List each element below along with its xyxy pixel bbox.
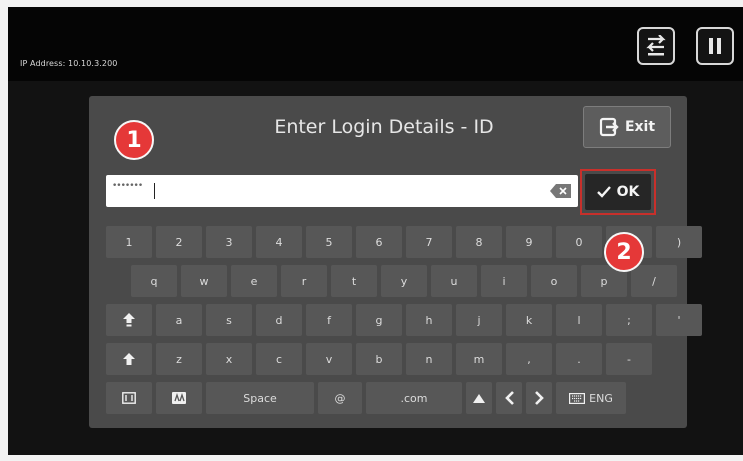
key-comma[interactable]: , [506,343,552,375]
caps-lock-key[interactable] [106,304,152,336]
key-e[interactable]: e [231,265,277,297]
text-caret [154,183,155,199]
key-dot-com[interactable]: .com [366,382,462,414]
key-o[interactable]: o [531,265,577,297]
key-s[interactable]: s [206,304,252,336]
key-0[interactable]: 0 [556,226,602,258]
key-m[interactable]: m [456,343,502,375]
key-n[interactable]: n [406,343,452,375]
symbols-icon [122,392,136,404]
exit-label: Exit [624,119,656,135]
key-close-paren[interactable]: ) [656,226,702,258]
language-label: ENG [589,391,613,405]
key-w[interactable]: w [181,265,227,297]
caret-up-key[interactable] [466,382,492,414]
key-1[interactable]: 1 [106,226,152,258]
ok-button-highlight: OK [580,169,656,215]
dialog-title: Enter Login Details - ID [274,116,494,138]
exit-button[interactable]: Exit [583,106,671,148]
key-5[interactable]: 5 [306,226,352,258]
chevron-left-icon [504,391,514,405]
key-d[interactable]: d [256,304,302,336]
key-x[interactable]: x [206,343,252,375]
keyboard-icon [569,392,586,404]
cursor-right-key[interactable] [526,382,552,414]
pause-button[interactable] [696,27,734,65]
exit-icon [599,117,619,137]
key-4[interactable]: 4 [256,226,302,258]
key-b[interactable]: b [356,343,402,375]
key-8[interactable]: 8 [456,226,502,258]
key-apostrophe[interactable]: ' [656,304,702,336]
key-slash[interactable]: / [631,265,677,297]
keyboard-row-qwerty: q w e r t y u i o p / [131,265,677,297]
key-3[interactable]: 3 [206,226,252,258]
key-2[interactable]: 2 [156,226,202,258]
key-h[interactable]: h [406,304,452,336]
key-hyphen[interactable]: - [606,343,652,375]
key-i[interactable]: i [481,265,527,297]
login-dialog: Enter Login Details - ID Exit ••••••• OK [89,96,702,428]
key-c[interactable]: c [256,343,302,375]
key-a[interactable]: a [156,304,202,336]
key-period[interactable]: . [556,343,602,375]
character-set-icon [172,392,186,404]
key-9[interactable]: 9 [506,226,552,258]
ok-label: OK [616,184,640,200]
keyboard-row-home: a s d f g h j k l ; ' [106,304,702,336]
key-f[interactable]: f [306,304,352,336]
job-status-button[interactable] [637,27,675,65]
caps-lock-icon [123,313,135,327]
key-7[interactable]: 7 [406,226,452,258]
cursor-left-key[interactable] [496,382,522,414]
key-q[interactable]: q [131,265,177,297]
checkmark-icon [596,186,611,198]
key-r[interactable]: r [281,265,327,297]
keyboard-row-bottom: z x c v b n m , . - [106,343,652,375]
key-at[interactable]: @ [318,382,362,414]
login-id-input[interactable]: ••••••• [106,175,578,207]
character-set-key[interactable] [156,382,202,414]
key-t[interactable]: t [331,265,377,297]
pause-icon [709,38,721,54]
chevron-right-icon [534,391,544,405]
key-u[interactable]: u [431,265,477,297]
key-6[interactable]: 6 [356,226,402,258]
step-marker-1: 1 [114,120,154,160]
key-v[interactable]: v [306,343,352,375]
ok-button[interactable]: OK [585,174,651,210]
shift-icon [123,353,135,365]
ip-address: IP Address: 10.10.3.200 [20,59,118,68]
triangle-up-icon [473,393,485,403]
shift-key[interactable] [106,343,152,375]
job-status-icon [646,35,666,56]
key-z[interactable]: z [156,343,202,375]
key-j[interactable]: j [456,304,502,336]
key-k[interactable]: k [506,304,552,336]
key-l[interactable]: l [556,304,602,336]
language-key[interactable]: ENG [556,382,626,414]
backspace-icon[interactable] [550,184,572,198]
step-marker-2: 2 [604,232,644,272]
device-screen: IP Address: 10.10.3.200 Enter Login Deta… [8,7,743,455]
key-g[interactable]: g [356,304,402,336]
key-semicolon[interactable]: ; [606,304,652,336]
status-bar: IP Address: 10.10.3.200 [8,7,743,81]
symbols-key[interactable] [106,382,152,414]
key-y[interactable]: y [381,265,427,297]
keyboard-row-function: Space @ .com ENG [106,382,626,414]
masked-value: ••••••• [112,181,143,191]
space-key[interactable]: Space [206,382,314,414]
